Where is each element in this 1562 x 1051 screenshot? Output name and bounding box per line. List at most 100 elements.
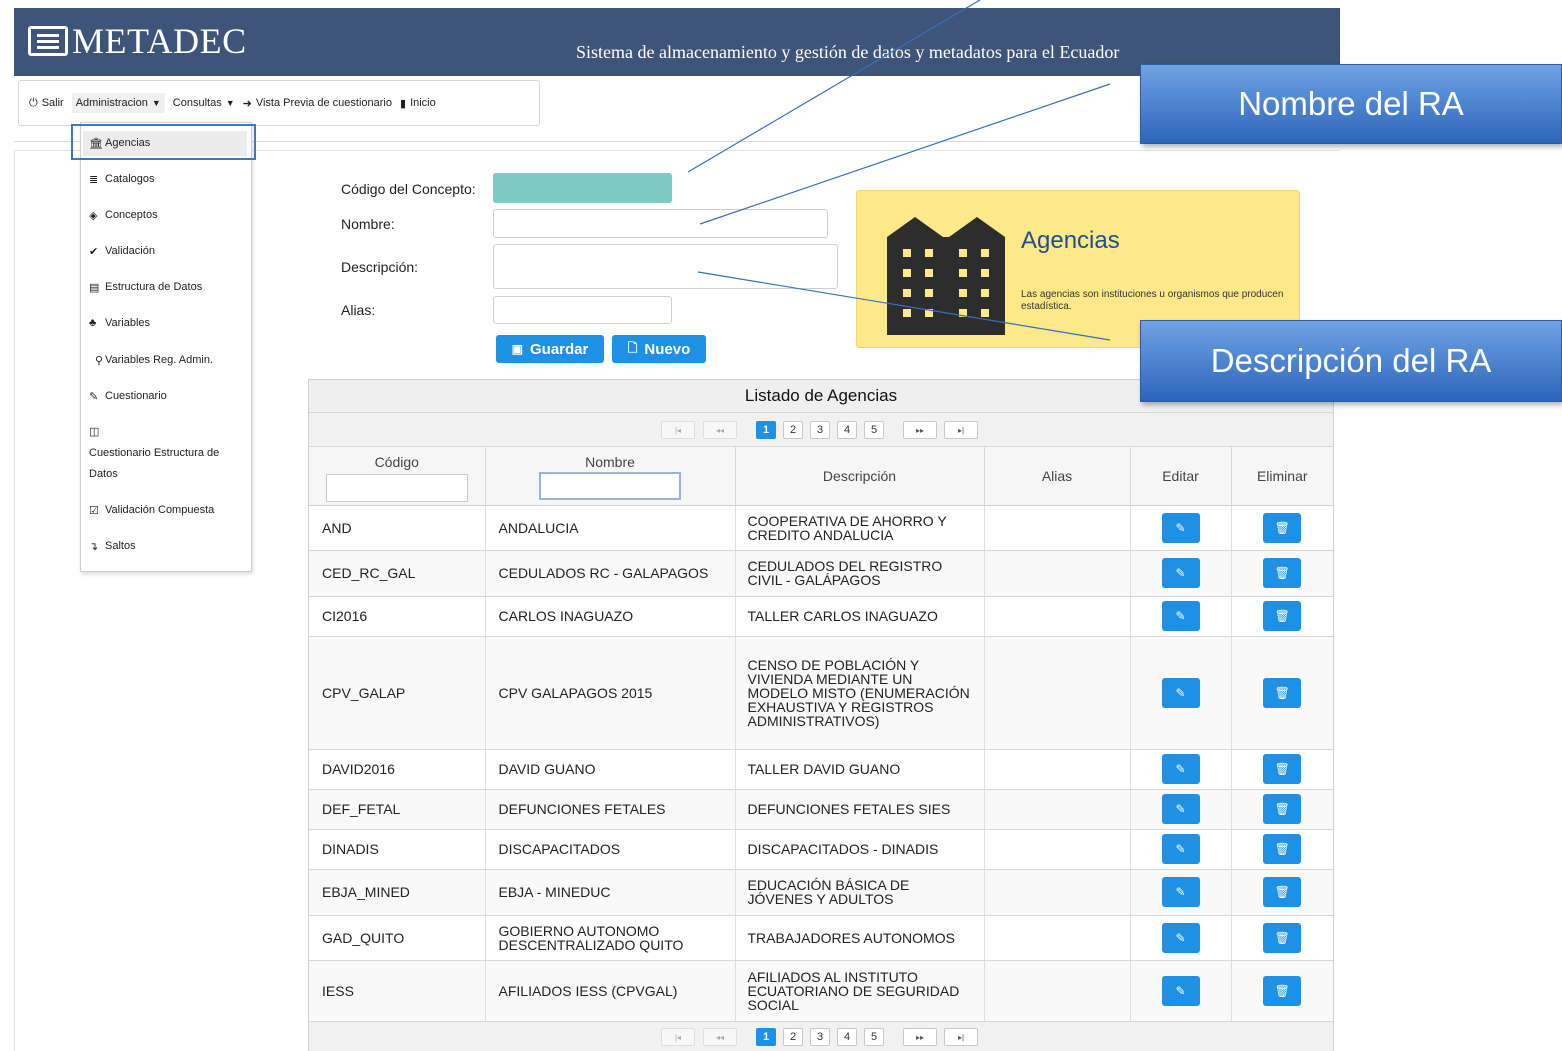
delete-button[interactable]: 🗑 (1263, 677, 1302, 708)
admin-menu-validacion-label: Validación (105, 245, 155, 257)
codigo-filter-input[interactable] (325, 474, 468, 502)
page-2-button[interactable]: 2 (783, 421, 803, 439)
new-button[interactable]: 🗋 Nuevo (612, 335, 706, 363)
trash-icon: 🗑 (1274, 566, 1290, 580)
descripcion-field[interactable] (493, 244, 838, 289)
cell-eliminar: 🗑 (1231, 960, 1333, 1023)
next-page-button[interactable]: ▸▸ (903, 1028, 937, 1046)
edit-button[interactable]: ✎ (1161, 754, 1200, 784)
last-page-button[interactable]: ▸| (944, 1028, 978, 1046)
page-1-button[interactable]: 1 (756, 421, 776, 439)
table-row: CPV_GALAP CPV GALAPAGOS 2015 CENSO DE POBL… (309, 636, 1333, 750)
trash-icon: 🗑 (1274, 609, 1290, 623)
page-3-button[interactable]: 3 (810, 1028, 830, 1046)
edit-button[interactable]: ✎ (1161, 677, 1200, 708)
cell-descripcion: COOPERATIVA DE AHORRO Y CREDITO ANDALUCI… (735, 505, 985, 551)
nombre-filter-input[interactable] (539, 472, 681, 500)
menu-inicio[interactable]: ▮ Inicio (400, 97, 436, 110)
cell-descripcion: EDUCACIÓN BÁSICA DE JÓVENES Y ADULTOS (735, 869, 985, 916)
admin-menu-conceptos-label: Conceptos (105, 209, 158, 221)
admin-menu-conceptos[interactable]: ◈ Conceptos (89, 209, 158, 222)
edit-button[interactable]: ✎ (1161, 976, 1200, 1006)
admin-menu-estructura-datos[interactable]: ▤ Estructura de Datos (89, 281, 202, 294)
page-2-button[interactable]: 2 (783, 1028, 803, 1046)
menu-consultas[interactable]: Consultas ▼ (173, 97, 235, 109)
admin-menu-cuestionario[interactable]: ✎ Cuestionario (89, 390, 167, 403)
alias-field[interactable] (493, 296, 672, 324)
edit-button[interactable]: ✎ (1161, 877, 1200, 907)
cell-eliminar: 🗑 (1231, 749, 1333, 790)
edit-button[interactable]: ✎ (1161, 922, 1200, 953)
col-header-codigo: Código (309, 447, 486, 506)
last-page-button[interactable]: ▸| (944, 421, 978, 439)
menu-administracion[interactable]: Administracion ▼ (71, 93, 165, 113)
prev-page-button[interactable]: ◂◂ (703, 421, 737, 439)
pencil-icon: ✎ (1175, 520, 1186, 535)
delete-button[interactable]: 🗑 (1263, 877, 1302, 907)
alias-label: Alias: (341, 302, 376, 318)
admin-menu-cuestionario-estructura[interactable]: ◫ Cuestionario Estructura de Datos (89, 425, 239, 485)
admin-menu-saltos[interactable]: ↴ Saltos (89, 540, 136, 553)
pager-bottom: |◂ ◂◂ 1 2 3 4 5 ▸▸ ▸| (309, 1021, 1333, 1051)
delete-button[interactable]: 🗑 (1263, 558, 1302, 588)
building-icon (887, 217, 1005, 335)
admin-menu-variables-reg-admin[interactable]: ⚲ Variables Reg. Admin. (89, 354, 213, 367)
delete-button[interactable]: 🗑 (1263, 512, 1302, 543)
page-1-button[interactable]: 1 (756, 1028, 776, 1046)
check-circle-icon: ✔ (89, 246, 99, 258)
admin-menu-variables-reg-admin-label: Variables Reg. Admin. (105, 354, 214, 366)
delete-button[interactable]: 🗑 (1263, 922, 1302, 953)
save-button[interactable]: ▣ Guardar (496, 335, 604, 363)
delete-button[interactable]: 🗑 (1263, 601, 1302, 631)
cell-editar: ✎ (1130, 829, 1232, 870)
cell-nombre: DAVID GUANO (485, 749, 736, 790)
nombre-label: Nombre: (341, 216, 395, 232)
delete-button[interactable]: 🗑 (1263, 754, 1302, 784)
page-4-button[interactable]: 4 (837, 1028, 857, 1046)
admin-menu-validacion-compuesta-label: Validación Compuesta (105, 504, 215, 516)
delete-button[interactable]: 🗑 (1263, 976, 1302, 1006)
table-row: IESS AFILIADOS IESS (CPVGAL) AFILIADOS AL … (309, 960, 1333, 1023)
edit-button[interactable]: ✎ (1161, 512, 1200, 543)
sign-in-icon: ➜ (242, 97, 252, 110)
admin-menu-validacion[interactable]: ✔ Validación (89, 245, 155, 258)
cell-nombre: CARLOS INAGUAZO (485, 596, 736, 637)
edit-button[interactable]: ✎ (1161, 558, 1200, 588)
codigo-field[interactable] (493, 173, 672, 203)
next-page-button[interactable]: ▸▸ (903, 421, 937, 439)
admin-menu-validacion-compuesta[interactable]: ☑ Validación Compuesta (89, 504, 214, 517)
menu-vista-previa[interactable]: ➜ Vista Previa de cuestionario (243, 97, 392, 110)
page-3-button[interactable]: 3 (810, 421, 830, 439)
cell-editar: ✎ (1130, 915, 1232, 961)
table-row: EBJA_MINED EBJA - MINEDUC EDUCACIÓN BÁSICA… (309, 869, 1333, 916)
cell-editar: ✎ (1130, 550, 1232, 597)
power-icon: ⏻ (29, 96, 38, 109)
cell-codigo: DEF_FETAL (309, 789, 486, 830)
cell-alias (984, 749, 1131, 790)
cell-nombre: GOBIERNO AUTONOMO DESCENTRALIZADO QUITO (485, 915, 736, 961)
delete-button[interactable]: 🗑 (1263, 794, 1302, 824)
nombre-field[interactable] (493, 209, 828, 238)
admin-menu-variables[interactable]: ♣ Variables (89, 317, 150, 329)
app-logo[interactable]: METADEC (28, 20, 247, 62)
table-row: CI2016 CARLOS INAGUAZO TALLER CARLOS INAGU… (309, 596, 1333, 637)
cell-eliminar: 🗑 (1231, 596, 1333, 637)
admin-menu-variables-label: Variables (105, 317, 151, 329)
first-page-button[interactable]: |◂ (661, 1028, 695, 1046)
prev-page-button[interactable]: ◂◂ (703, 1028, 737, 1046)
cell-codigo: DINADIS (309, 829, 486, 870)
cell-editar: ✎ (1130, 596, 1232, 637)
admin-menu-catalogos[interactable]: ≣ Catalogos (89, 173, 155, 186)
cell-descripcion: TALLER DAVID GUANO (735, 749, 985, 790)
page-4-button[interactable]: 4 (837, 421, 857, 439)
delete-button[interactable]: 🗑 (1263, 834, 1302, 864)
page-5-button[interactable]: 5 (864, 421, 884, 439)
edit-button[interactable]: ✎ (1161, 794, 1200, 824)
page-5-button[interactable]: 5 (864, 1028, 884, 1046)
menu-salir[interactable]: ⏻ Salir (29, 97, 64, 110)
table-row: DAVID2016 DAVID GUANO TALLER DAVID GUANO ✎ 🗑 (309, 749, 1333, 790)
edit-button[interactable]: ✎ (1161, 601, 1200, 631)
admin-menu-saltos-label: Saltos (105, 540, 136, 552)
edit-button[interactable]: ✎ (1161, 834, 1200, 864)
first-page-button[interactable]: |◂ (661, 421, 695, 439)
